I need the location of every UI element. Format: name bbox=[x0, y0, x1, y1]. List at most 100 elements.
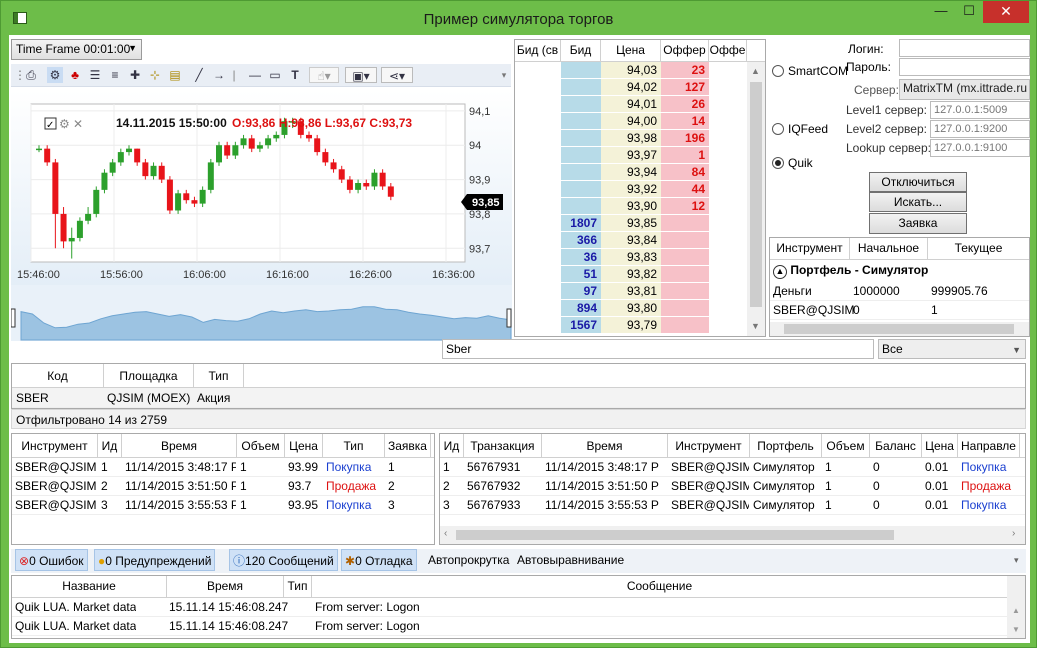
trades-col[interactable]: Время bbox=[542, 434, 668, 457]
candles-icon[interactable]: ♣ bbox=[67, 67, 83, 83]
timeframe-select[interactable]: Time Frame 00:01:00 ▼ bbox=[11, 39, 142, 60]
save-icon[interactable]: ▣▾ bbox=[345, 67, 377, 83]
table-row[interactable]: SBER@QJSIM 3 11/14/2015 3:55:53 P 1 93.95 Пок… bbox=[12, 496, 434, 515]
arrow-icon[interactable]: → bbox=[211, 67, 227, 83]
overflow-icon[interactable]: ▾ bbox=[499, 67, 509, 83]
title-bar[interactable]: Пример симулятора торгов — ☐ ✕ bbox=[1, 1, 1036, 35]
messages-tab[interactable]: ⓘ120 Сообщений bbox=[229, 549, 338, 571]
log-col-name[interactable]: Название bbox=[12, 576, 167, 597]
table-row[interactable]: 2 56767932 11/14/2015 3:51:50 P SBER@QJSIM С… bbox=[440, 477, 1025, 496]
scroll-up-icon[interactable]: ▲ bbox=[1012, 606, 1020, 615]
indicator-icon[interactable]: ⚙ bbox=[47, 67, 63, 83]
orderbook-row[interactable]: 366 93,84 bbox=[515, 232, 747, 249]
trades-col[interactable]: Баланс bbox=[870, 434, 922, 457]
orderbook-row[interactable]: 894 93,80 bbox=[515, 300, 747, 317]
portfolio-hscroll[interactable] bbox=[770, 322, 1029, 336]
table-row[interactable]: Quik LUA. Market data 15.11.14 15:46:08.2… bbox=[12, 598, 1007, 617]
volume-icon[interactable]: ▤ bbox=[167, 67, 183, 83]
iqfeed-radio[interactable] bbox=[772, 123, 784, 135]
log-col-type[interactable]: Тип bbox=[284, 576, 312, 597]
print-icon[interactable]: ⎙ bbox=[23, 67, 39, 83]
text-icon[interactable]: T bbox=[287, 67, 303, 83]
orderbook-row[interactable]: 93,94 84 bbox=[515, 164, 747, 181]
maximize-button[interactable]: ☐ bbox=[956, 1, 982, 23]
orderbook-row[interactable]: 94,02 127 bbox=[515, 79, 747, 96]
password-input[interactable] bbox=[899, 58, 1030, 76]
table-row[interactable]: Quik LUA. Market data 15.11.14 15:46:08.2… bbox=[12, 617, 1007, 636]
trades-col[interactable]: Цена bbox=[922, 434, 958, 457]
orderbook-row[interactable]: 94,03 23 bbox=[515, 62, 747, 79]
trades-col[interactable]: Направле bbox=[958, 434, 1020, 457]
list-icon[interactable]: ☰ bbox=[87, 67, 103, 83]
table-row[interactable]: SBER QJSIM (MOEX) Акция bbox=[12, 388, 1025, 408]
crosshair-icon[interactable]: ✚ bbox=[127, 67, 143, 83]
orderbook-row[interactable]: 93,98 196 bbox=[515, 130, 747, 147]
trades-hscroll[interactable]: ‹ › bbox=[440, 526, 1025, 544]
navigator-strip[interactable] bbox=[11, 285, 512, 341]
pf-col-initial[interactable]: Начальное bbox=[850, 238, 928, 259]
scroll-left-icon[interactable]: ‹ bbox=[444, 528, 447, 539]
find-button[interactable]: Искать... bbox=[869, 192, 967, 212]
sec-col-type[interactable]: Тип bbox=[194, 364, 244, 387]
order-button[interactable]: Заявка bbox=[869, 213, 967, 234]
orders-col[interactable]: Инструмент bbox=[12, 434, 98, 457]
trades-col[interactable]: Инструмент bbox=[668, 434, 750, 457]
trades-col[interactable]: Портфель bbox=[750, 434, 822, 457]
sec-col-board[interactable]: Площадка bbox=[104, 364, 194, 387]
orders-col[interactable]: Время bbox=[122, 434, 237, 457]
login-input[interactable] bbox=[899, 39, 1030, 57]
overflow-icon[interactable]: ▾ bbox=[1014, 555, 1019, 566]
ob-col-bid[interactable]: Бид bbox=[561, 40, 601, 61]
orderbook-row[interactable]: 94,00 14 bbox=[515, 113, 747, 130]
ob-col-price[interactable]: Цена bbox=[601, 40, 661, 61]
level2-input[interactable]: 127.0.0.1:9200 bbox=[930, 120, 1030, 138]
quik-radio[interactable] bbox=[772, 157, 784, 169]
scroll-thumb[interactable] bbox=[456, 530, 894, 540]
log-col-message[interactable]: Сообщение bbox=[312, 576, 1007, 597]
share-icon[interactable]: ⋖▾ bbox=[381, 67, 413, 83]
table-row[interactable]: SBER@QJSIM 2 11/14/2015 3:51:50 P 1 93.7 Прод… bbox=[12, 477, 434, 496]
trendline-icon[interactable]: ╱ bbox=[191, 67, 207, 83]
trades-col[interactable]: Транзакция bbox=[464, 434, 542, 457]
autoscroll-toggle[interactable]: Автопрокрутка bbox=[425, 549, 512, 571]
errors-tab[interactable]: ⊗0 Ошибок bbox=[15, 549, 88, 571]
navigator-right-handle[interactable] bbox=[506, 308, 512, 328]
orderbook-scrollbar[interactable]: ▲ ▼ bbox=[747, 62, 765, 336]
orderbook-row[interactable]: 93,97 1 bbox=[515, 147, 747, 164]
scroll-down-icon[interactable]: ▼ bbox=[1012, 625, 1020, 634]
table-row[interactable]: 3 56767933 11/14/2015 3:55:53 P SBER@QJSIM С… bbox=[440, 496, 1025, 515]
warnings-tab[interactable]: ●0 Предупреждений bbox=[94, 549, 216, 571]
orders-col[interactable]: Объем bbox=[237, 434, 285, 457]
table-row[interactable]: Деньги 1000000 999905.76 bbox=[770, 282, 1029, 301]
collapse-icon[interactable]: ▲ bbox=[773, 265, 787, 279]
minimize-button[interactable]: — bbox=[926, 1, 956, 23]
orders-col[interactable]: Заявка bbox=[385, 434, 431, 457]
close-button[interactable]: ✕ bbox=[983, 1, 1029, 23]
disconnect-button[interactable]: Отключиться bbox=[869, 172, 967, 192]
lookup-input[interactable]: 127.0.0.1:9100 bbox=[930, 139, 1030, 157]
lines-icon[interactable]: ≡ bbox=[107, 67, 123, 83]
debug-tab[interactable]: ✱0 Отладка bbox=[341, 549, 417, 571]
ob-col-offersum[interactable]: Оффе bbox=[709, 40, 747, 61]
iqfeed-label[interactable]: IQFeed bbox=[788, 122, 828, 136]
table-row[interactable]: 1 56767931 11/14/2015 3:48:17 P SBER@QJSIM С… bbox=[440, 458, 1025, 477]
orderbook-row[interactable]: 51 93,82 bbox=[515, 266, 747, 283]
ob-col-offer[interactable]: Оффер bbox=[661, 40, 709, 61]
scroll-down-icon[interactable]: ▼ bbox=[751, 321, 760, 331]
orders-col[interactable]: Тип bbox=[323, 434, 385, 457]
navigator-left-handle[interactable] bbox=[11, 308, 16, 328]
hand-icon[interactable]: ☝▾ bbox=[309, 67, 339, 83]
hline-icon[interactable]: — bbox=[247, 67, 263, 83]
log-scrollbar[interactable]: ▲ ▼ bbox=[1007, 576, 1025, 638]
orderbook-row[interactable]: 93,90 12 bbox=[515, 198, 747, 215]
price-chart[interactable]: 94,1 94 93,9 93,8 93,7 15:46:00 15:56:00 16:06… bbox=[11, 90, 512, 341]
orderbook-row[interactable]: 94,01 26 bbox=[515, 96, 747, 113]
orderbook-row[interactable]: 97 93,81 bbox=[515, 283, 747, 300]
cursor-icon[interactable]: ⊹ bbox=[147, 67, 163, 83]
smartcom-label[interactable]: SmartCOM bbox=[788, 64, 848, 78]
legend-controls[interactable]: ✓ ⚙ ✕ bbox=[44, 117, 83, 131]
scroll-thumb[interactable] bbox=[750, 82, 762, 307]
level1-input[interactable]: 127.0.0.1:5009 bbox=[930, 101, 1030, 119]
scroll-up-icon[interactable]: ▲ bbox=[751, 66, 760, 76]
security-type-select[interactable]: Все ▼ bbox=[878, 339, 1026, 359]
